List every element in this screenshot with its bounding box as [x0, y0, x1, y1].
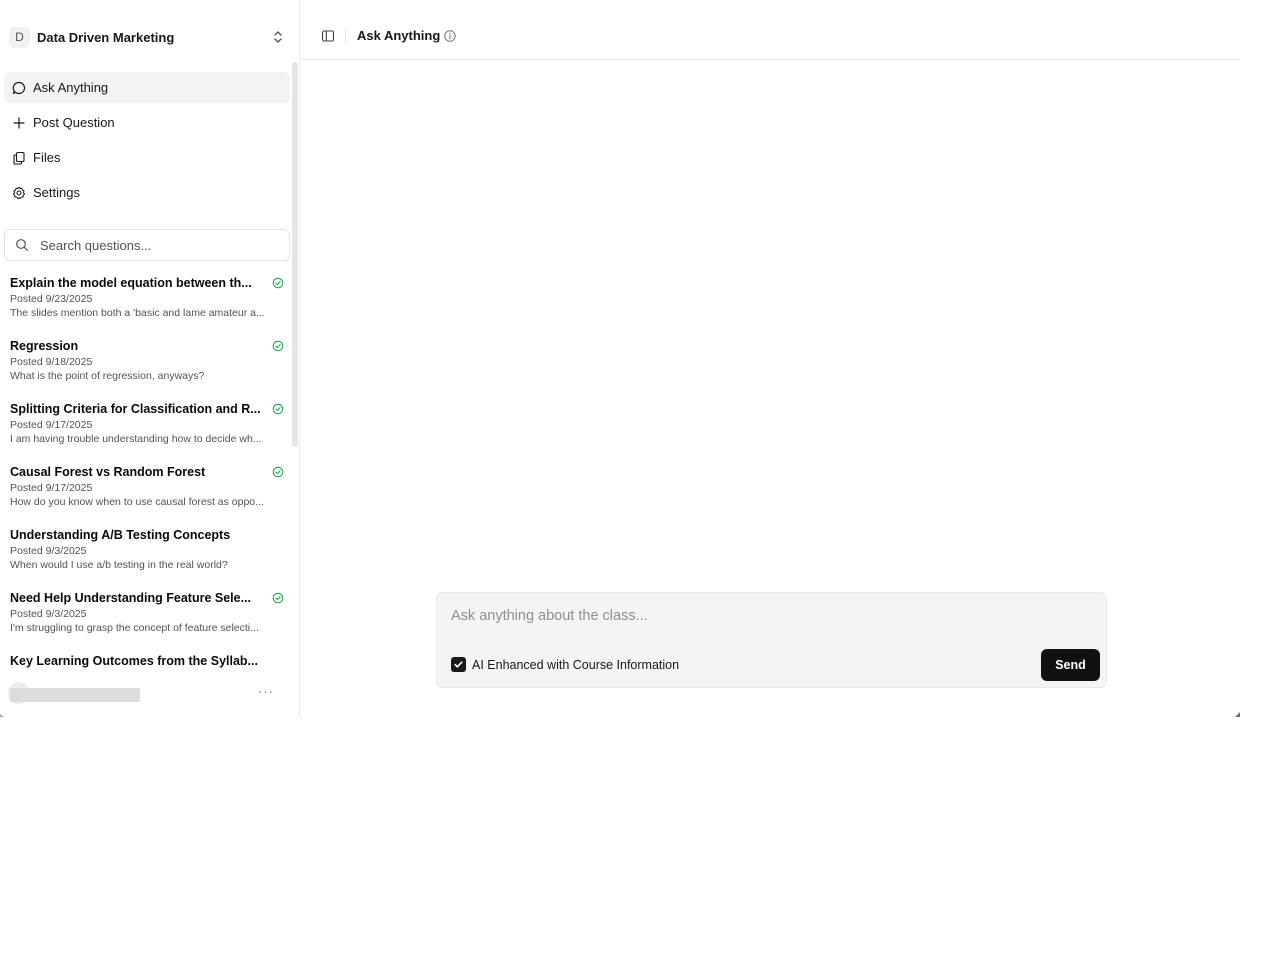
- main-panel: Ask Anything AI Enhanced with Course Inf…: [301, 0, 1240, 717]
- plus-icon: [12, 116, 26, 130]
- chevrons-up-down-icon[interactable]: [268, 27, 288, 47]
- question-title: Causal Forest vs Random Forest: [10, 465, 206, 479]
- workspace-name: Data Driven Marketing: [37, 29, 175, 45]
- question-item[interactable]: Key Learning Outcomes from the Syllab...: [10, 652, 284, 676]
- user-name-redacted: [10, 688, 140, 702]
- question-title: Key Learning Outcomes from the Syllab...: [10, 654, 258, 668]
- question-snippet: What is the point of regression, anyways…: [10, 370, 205, 382]
- sidebar-item-label: Files: [33, 150, 61, 165]
- question-snippet: I am having trouble understanding how to…: [10, 433, 262, 445]
- question-snippet: When would I use a/b testing in the real…: [10, 559, 228, 571]
- question-snippet: How do you know when to use causal fores…: [10, 496, 264, 508]
- question-input[interactable]: [451, 608, 1091, 630]
- sidebar-nav: Ask Anything Post Question Files Setting…: [4, 72, 290, 212]
- answered-check-icon: [272, 277, 284, 289]
- header-bar: Ask Anything: [301, 12, 1240, 60]
- question-item[interactable]: Need Help Understanding Feature Sele... …: [10, 589, 284, 652]
- answered-check-icon: [272, 592, 284, 604]
- sidebar-item-label: Post Question: [33, 115, 115, 130]
- sidebar-toggle-icon[interactable]: [320, 28, 336, 44]
- answered-check-icon: [272, 403, 284, 415]
- question-snippet: The slides mention both a 'basic and lam…: [10, 307, 265, 319]
- question-item[interactable]: Causal Forest vs Random Forest Posted 9/…: [10, 463, 284, 526]
- sidebar-item-label: Ask Anything: [33, 80, 109, 95]
- send-button[interactable]: Send: [1041, 649, 1100, 681]
- question-item[interactable]: Regression Posted 9/18/2025 What is the …: [10, 337, 284, 400]
- search-box: [4, 229, 290, 261]
- workspace-avatar: D: [9, 26, 30, 48]
- user-menu[interactable]: ···: [8, 682, 288, 704]
- question-title: Splitting Criteria for Classification an…: [10, 402, 261, 416]
- chat-bubble-icon: [12, 81, 26, 95]
- question-title: Need Help Understanding Feature Sele...: [10, 591, 252, 605]
- files-icon: [12, 151, 26, 165]
- question-item[interactable]: Explain the model equation between th...…: [10, 274, 284, 337]
- info-icon[interactable]: [443, 29, 457, 43]
- question-title: Understanding A/B Testing Concepts: [10, 528, 231, 542]
- workspace-switcher[interactable]: D Data Driven Marketing: [8, 24, 288, 50]
- sidebar-item-label: Settings: [33, 185, 80, 200]
- question-date: Posted 9/3/2025: [10, 545, 87, 557]
- sidebar-item-settings[interactable]: Settings: [4, 177, 290, 208]
- sidebar-item-post-question[interactable]: Post Question: [4, 107, 290, 138]
- sidebar-item-ask-anything[interactable]: Ask Anything: [4, 72, 290, 103]
- answered-check-icon: [272, 340, 284, 352]
- question-date: Posted 9/17/2025: [10, 482, 93, 494]
- window-corner: [1235, 712, 1240, 717]
- answered-check-icon: [272, 466, 284, 478]
- gear-icon: [12, 186, 26, 200]
- divider: [345, 28, 346, 44]
- sidebar: D Data Driven Marketing Ask Anything Pos…: [0, 0, 300, 717]
- question-item[interactable]: Splitting Criteria for Classification an…: [10, 400, 284, 463]
- ai-enhanced-checkbox[interactable]: [451, 657, 466, 672]
- question-date: Posted 9/23/2025: [10, 293, 93, 305]
- sidebar-item-files[interactable]: Files: [4, 142, 290, 173]
- ai-enhanced-label: AI Enhanced with Course Information: [472, 658, 680, 672]
- question-title: Regression: [10, 339, 79, 353]
- page-title: Ask Anything: [357, 28, 441, 43]
- more-options-icon[interactable]: ···: [258, 684, 274, 699]
- window-corner: [0, 714, 4, 717]
- app-window: D Data Driven Marketing Ask Anything Pos…: [0, 0, 1240, 717]
- search-icon: [15, 238, 29, 252]
- question-snippet: I'm struggling to grasp the concept of f…: [10, 622, 259, 634]
- question-list: Explain the model equation between th...…: [10, 274, 284, 676]
- question-item[interactable]: Understanding A/B Testing Concepts Poste…: [10, 526, 284, 589]
- question-date: Posted 9/18/2025: [10, 356, 93, 368]
- question-title: Explain the model equation between th...: [10, 276, 252, 290]
- sidebar-scrollbar[interactable]: [292, 62, 298, 447]
- search-input[interactable]: [40, 237, 270, 253]
- question-date: Posted 9/17/2025: [10, 419, 93, 431]
- chat-composer: AI Enhanced with Course Information Send: [436, 592, 1107, 688]
- question-date: Posted 9/3/2025: [10, 608, 87, 620]
